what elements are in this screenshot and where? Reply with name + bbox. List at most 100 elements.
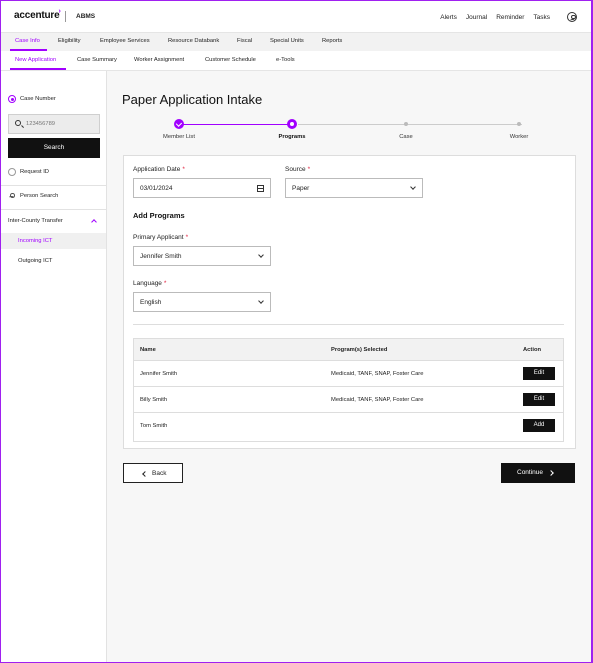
primary-applicant-label: Primary Applicant * [133,234,188,241]
add-button[interactable]: Add [523,419,555,432]
calendar-icon[interactable] [257,185,264,192]
tab-customer-schedule[interactable]: Customer Schedule [205,57,256,63]
back-button[interactable]: Back [123,463,183,483]
table-row: Tom Smith Add [134,413,563,439]
source-label: Source * [285,166,310,173]
back-label: Back [152,470,167,477]
step-member-list: Member List [163,134,195,140]
nav-case-info[interactable]: Case Info [15,38,40,44]
alerts-link[interactable]: Alerts [440,14,457,21]
programs-table: Name Program(s) Selected Action Jennifer… [133,338,564,442]
sidebar-divider [1,185,106,186]
progress-stepper: Member List Programs Case Worker [123,118,578,148]
continue-label: Continue [517,469,544,476]
card-divider [133,324,564,325]
tab-case-summary[interactable]: Case Summary [77,57,117,63]
request-id-radio[interactable] [8,168,16,176]
source-label-text: Source [285,166,306,173]
language-label-text: Language [133,280,162,287]
chevron-down-icon [410,184,416,190]
chevron-up-icon[interactable] [91,219,97,225]
required-mark: * [163,280,167,287]
nav-reports[interactable]: Reports [322,38,342,44]
top-links: Alerts Journal Reminder Tasks [431,14,550,21]
table-row: Jennifer Smith Medicaid, TANF, SNAP, Fos… [134,361,563,387]
app-window: accenture› ABMS Alerts Journal Reminder … [0,0,593,663]
case-number-input[interactable] [26,119,96,129]
language-label: Language * [133,280,166,287]
brand-text: accenture [14,10,60,21]
row-name: Billy Smith [140,397,168,403]
brand-accent-icon: › [58,8,61,15]
step-worker: Worker [509,134,529,140]
top-bar: accenture› ABMS Alerts Journal Reminder … [1,1,591,33]
primary-applicant-select[interactable]: Jennifer Smith [133,246,271,266]
table-row: Billy Smith Medicaid, TANF, SNAP, Foster… [134,387,563,413]
required-mark: * [182,166,185,173]
sidebar-item-person-search[interactable]: Person Search [20,193,58,199]
chevron-right-icon [548,469,554,476]
search-button[interactable]: Search [8,138,100,158]
primary-applicant-value: Jennifer Smith [140,253,182,260]
section-title: Add Programs [133,211,185,220]
language-value: English [140,299,162,306]
row-name: Tom Smith [140,423,168,429]
brand-logo[interactable]: accenture› [14,8,62,21]
nav-employee-services[interactable]: Employee Services [100,38,150,44]
step-check-icon [174,119,184,129]
nav-resource-databank[interactable]: Resource Databank [168,38,219,44]
program-form-card: Application Date * 03/01/2024 Source * Pap… [123,155,576,449]
tasks-link[interactable]: Tasks [533,14,550,21]
column-header-name: Name [140,347,156,353]
tab-worker-assignment[interactable]: Worker Assignment [134,57,184,63]
nav-special-units[interactable]: Special Units [270,38,304,44]
step-connector [179,124,292,125]
secondary-nav-indicator [10,68,66,70]
search-icon [15,120,21,126]
required-mark: * [307,166,311,173]
table-header: Name Program(s) Selected Action [134,339,563,361]
sidebar-item-outgoing-ict[interactable]: Outgoing ICT [1,253,106,269]
step-programs: Programs [278,134,306,140]
application-date-field[interactable]: 03/01/2024 [133,178,271,198]
primary-nav: Case Info Eligibility Employee Services … [1,33,591,51]
case-number-radio[interactable] [8,95,16,103]
row-name: Jennifer Smith [140,371,178,377]
sidebar-item-inter-county-transfer[interactable]: Inter-County Transfer [8,218,63,224]
person-icon [9,193,15,198]
column-header-action: Action [523,347,542,353]
application-date-label: Application Date * [133,166,185,173]
column-header-programs: Program(s) Selected [331,347,388,353]
step-case: Case [399,134,413,140]
row-programs: Medicaid, TANF, SNAP, Foster Care [331,397,424,403]
sidebar-item-incoming-ict[interactable]: Incoming ICT [1,233,106,249]
page-title: Paper Application Intake [122,92,263,107]
app-name: ABMS [76,13,96,20]
journal-link[interactable]: Journal [466,14,487,21]
main-content: Paper Application Intake Member List Pro… [107,71,591,662]
case-number-field[interactable] [8,114,100,134]
source-value: Paper [292,185,310,192]
tab-new-application[interactable]: New Application [15,57,56,63]
chevron-left-icon [142,470,148,477]
incoming-ict-label: Incoming ICT [18,238,53,244]
step-connector [298,124,522,125]
sidebar: Case Number Search Request ID Person Sea… [1,71,107,662]
reminder-link[interactable]: Reminder [496,14,524,21]
edit-button[interactable]: Edit [523,367,555,380]
language-select[interactable]: English [133,292,271,312]
nav-eligibility[interactable]: Eligibility [58,38,81,44]
edit-button[interactable]: Edit [523,393,555,406]
request-id-label: Request ID [20,169,49,175]
outgoing-ict-label: Outgoing ICT [18,258,53,264]
secondary-nav: New Application Case Summary Worker Assi… [1,51,591,71]
nav-fiscal[interactable]: Fiscal [237,38,252,44]
step-current-icon [287,119,297,129]
step-pending-icon [404,122,408,126]
source-select[interactable]: Paper [285,178,423,198]
chevron-down-icon [258,298,264,304]
continue-button[interactable]: Continue [501,463,575,483]
required-mark: * [185,234,189,241]
tab-e-tools[interactable]: e-Tools [276,57,295,63]
user-circle-icon[interactable] [567,12,577,22]
